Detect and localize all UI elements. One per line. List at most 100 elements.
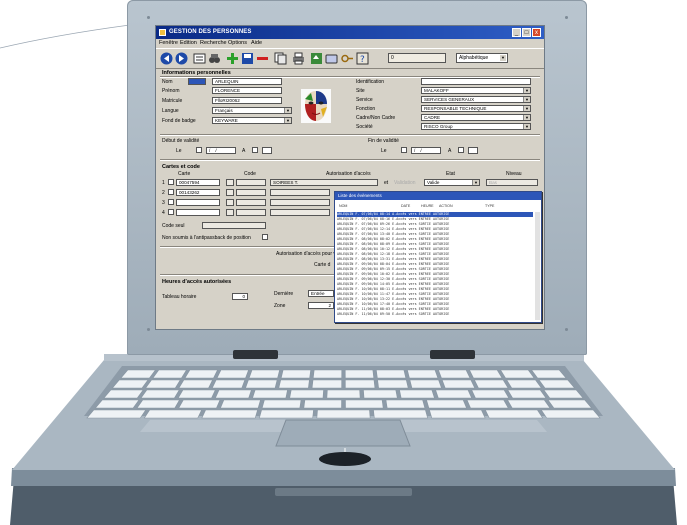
- keyboard-key[interactable]: [258, 409, 314, 419]
- minimize-button[interactable]: _: [512, 28, 521, 37]
- keyboard-key[interactable]: [303, 399, 342, 409]
- keyboard-key[interactable]: [140, 389, 180, 399]
- add-icon[interactable]: [226, 52, 239, 65]
- copy-icon[interactable]: [274, 52, 287, 65]
- popup-col-type[interactable]: TYPE: [485, 204, 494, 208]
- chevron-down-icon[interactable]: ▼: [500, 55, 506, 61]
- keyboard-key[interactable]: [543, 389, 584, 399]
- etat-select[interactable]: Valide ▼: [424, 179, 480, 186]
- popup-row[interactable]: ARLEQUIN F. 11/06/04 09:50 E.Accès vers …: [337, 312, 533, 317]
- keyboard-key[interactable]: [280, 369, 312, 379]
- keyboard-key[interactable]: [429, 409, 486, 419]
- maximize-button[interactable]: □: [522, 28, 531, 37]
- keyboard-key[interactable]: [245, 379, 278, 389]
- keyboard-key[interactable]: [540, 409, 601, 419]
- fin-time-checkbox[interactable]: [458, 147, 464, 153]
- keyboard-key[interactable]: [211, 379, 246, 389]
- menu-options[interactable]: Options: [228, 39, 247, 48]
- keyboard-key[interactable]: [252, 389, 288, 399]
- popup-col-action[interactable]: ACTION: [439, 204, 453, 208]
- card-row-checkbox[interactable]: [168, 199, 174, 205]
- societe-select[interactable]: RISCO Group ▼: [421, 123, 531, 130]
- export-icon[interactable]: [310, 52, 323, 65]
- popup-scrollbar[interactable]: [535, 212, 540, 320]
- keyboard-key[interactable]: [312, 369, 343, 379]
- popup-col-heure[interactable]: HEURE: [421, 204, 434, 208]
- events-popup[interactable]: Liste des évènements NOM DATE HEURE ACTI…: [334, 191, 542, 323]
- card-spin[interactable]: [226, 209, 234, 216]
- cadre-select[interactable]: CADRE ▼: [421, 114, 531, 121]
- fin-date-checkbox[interactable]: [401, 147, 407, 153]
- delete-icon[interactable]: [256, 52, 269, 65]
- code-field[interactable]: [236, 209, 266, 216]
- debut-date-field[interactable]: / /: [206, 147, 236, 154]
- keyboard-key[interactable]: [500, 369, 535, 379]
- keyboard-key[interactable]: [111, 379, 149, 389]
- fonction-select[interactable]: RESPONSABLE TECHNIQUE ▼: [421, 105, 531, 112]
- debut-time-checkbox[interactable]: [252, 147, 258, 153]
- keyboard-key[interactable]: [120, 369, 156, 379]
- keyboard-key[interactable]: [184, 369, 218, 379]
- keyboard-key[interactable]: [345, 379, 376, 389]
- card-icon[interactable]: [325, 52, 338, 65]
- service-select[interactable]: SERVICES GENERAUX ▼: [421, 96, 531, 103]
- keyboard-key[interactable]: [547, 399, 593, 409]
- keyboard-key[interactable]: [373, 409, 429, 419]
- zone-field[interactable]: 2: [308, 302, 334, 309]
- chevron-down-icon[interactable]: ▼: [523, 88, 530, 93]
- keyboard-key[interactable]: [178, 399, 221, 409]
- keyboard-key[interactable]: [345, 399, 384, 409]
- keyboard-key[interactable]: [177, 389, 216, 399]
- keyboard-key[interactable]: [406, 369, 439, 379]
- derniere-field[interactable]: Entrée: [308, 290, 334, 297]
- chevron-down-icon[interactable]: ▼: [284, 108, 291, 113]
- menu-recherche[interactable]: Recherche: [200, 39, 227, 48]
- keyboard-key[interactable]: [220, 399, 261, 409]
- card-spin[interactable]: [226, 189, 234, 196]
- keyboard-key[interactable]: [143, 409, 203, 419]
- prev-record-icon[interactable]: [175, 52, 188, 65]
- menu-fenetre[interactable]: Fenêtre: [159, 39, 178, 48]
- keyboard-key[interactable]: [278, 379, 310, 389]
- fond-select[interactable]: KEYWARE ▼: [212, 117, 292, 124]
- keyboard-key[interactable]: [261, 399, 302, 409]
- keyboard-key[interactable]: [426, 399, 467, 409]
- autorisation-select[interactable]: SOIREES T.: [270, 179, 378, 186]
- card-number-field[interactable]: [176, 209, 220, 216]
- card-row-checkbox[interactable]: [168, 189, 174, 195]
- fin-time-field[interactable]: [468, 147, 478, 154]
- trackpad-button[interactable]: [310, 448, 380, 470]
- keyboard-key[interactable]: [466, 399, 509, 409]
- keyboard-key[interactable]: [94, 399, 140, 409]
- keyboard-key[interactable]: [201, 409, 258, 419]
- keyboard-key[interactable]: [441, 379, 476, 389]
- keyboard-key[interactable]: [507, 399, 551, 409]
- identification-field[interactable]: [421, 78, 531, 85]
- site-select[interactable]: MALAKOFF ▼: [421, 87, 531, 94]
- keyboard-key[interactable]: [538, 379, 576, 389]
- title-bar[interactable]: GESTION DES PERSONNES _ □ x: [156, 26, 544, 39]
- card-number-field[interactable]: [176, 199, 220, 206]
- chevron-down-icon[interactable]: ▼: [472, 180, 479, 185]
- antipassback-checkbox[interactable]: [262, 234, 268, 240]
- key-icon[interactable]: [341, 52, 354, 65]
- keyboard-key[interactable]: [438, 369, 471, 379]
- matricule-field[interactable]: FlloRI20062: [212, 97, 282, 104]
- keyboard-key[interactable]: [103, 389, 144, 399]
- keyboard-key[interactable]: [474, 379, 509, 389]
- card-row-checkbox[interactable]: [168, 179, 174, 185]
- card-row-checkbox[interactable]: [168, 209, 174, 215]
- menu-aide[interactable]: Aide: [251, 39, 262, 48]
- keyboard-key[interactable]: [363, 389, 398, 399]
- keyboard-key[interactable]: [289, 389, 324, 399]
- keyboard-key[interactable]: [248, 369, 281, 379]
- first-record-icon[interactable]: [160, 52, 173, 65]
- keyboard-key[interactable]: [375, 369, 407, 379]
- keyboard-key[interactable]: [152, 369, 187, 379]
- chevron-down-icon[interactable]: ▼: [523, 106, 530, 111]
- debut-time-field[interactable]: [262, 147, 272, 154]
- debut-date-checkbox[interactable]: [196, 147, 202, 153]
- chevron-down-icon[interactable]: ▼: [523, 97, 530, 102]
- card-number-field[interactable]: 00047594: [176, 179, 220, 186]
- keyboard-key[interactable]: [484, 409, 544, 419]
